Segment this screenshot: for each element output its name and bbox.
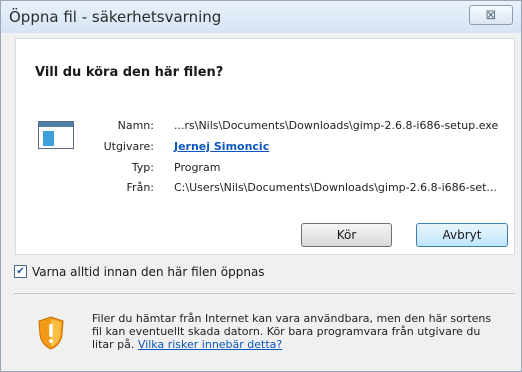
type-label: Typ: bbox=[131, 161, 154, 174]
risk-warning-text: Filer du hämtar från Internet kan vara a… bbox=[92, 312, 512, 351]
warning-line-1: Filer du hämtar från Internet kan vara a… bbox=[92, 312, 492, 325]
always-warn-label[interactable]: Varna alltid innan den här filen öppnas bbox=[32, 265, 265, 279]
separator bbox=[14, 293, 515, 294]
publisher-label: Utgivare: bbox=[103, 140, 154, 153]
cancel-button[interactable]: Avbryt bbox=[416, 223, 508, 247]
file-details-panel: Vill du köra den här filen? Namn: ...rs\… bbox=[15, 38, 515, 255]
from-label: Från: bbox=[126, 181, 154, 194]
dialog-title: Öppna fil - säkerhetsvarning bbox=[9, 8, 222, 26]
security-warning-dialog: Öppna fil - säkerhetsvarning ⊠ Vill du k… bbox=[0, 0, 522, 372]
prompt-heading: Vill du köra den här filen? bbox=[35, 65, 224, 80]
type-value: Program bbox=[174, 161, 221, 174]
warning-line-3: litar på. Vilka risker innebär detta? bbox=[92, 338, 512, 351]
from-value: C:\Users\Nils\Documents\Downloads\gimp-2… bbox=[174, 181, 497, 194]
security-shield-icon bbox=[38, 316, 64, 350]
close-button[interactable]: ⊠ bbox=[469, 5, 513, 25]
risks-link[interactable]: Vilka risker innebär detta? bbox=[138, 338, 282, 351]
title-bar[interactable]: Öppna fil - säkerhetsvarning ⊠ bbox=[1, 1, 521, 33]
run-button[interactable]: Kör bbox=[301, 223, 392, 247]
warning-line-2: fil kan eventuellt skada datorn. Kör bar… bbox=[92, 325, 481, 338]
publisher-link[interactable]: Jernej Simoncic bbox=[174, 140, 269, 153]
name-label: Namn: bbox=[117, 119, 154, 132]
name-value: ...rs\Nils\Documents\Downloads\gimp-2.6.… bbox=[174, 119, 499, 132]
always-warn-checkbox[interactable]: ✔ bbox=[14, 265, 27, 278]
warning-line-3-prefix: litar på. bbox=[92, 338, 138, 351]
program-file-icon bbox=[38, 121, 74, 149]
